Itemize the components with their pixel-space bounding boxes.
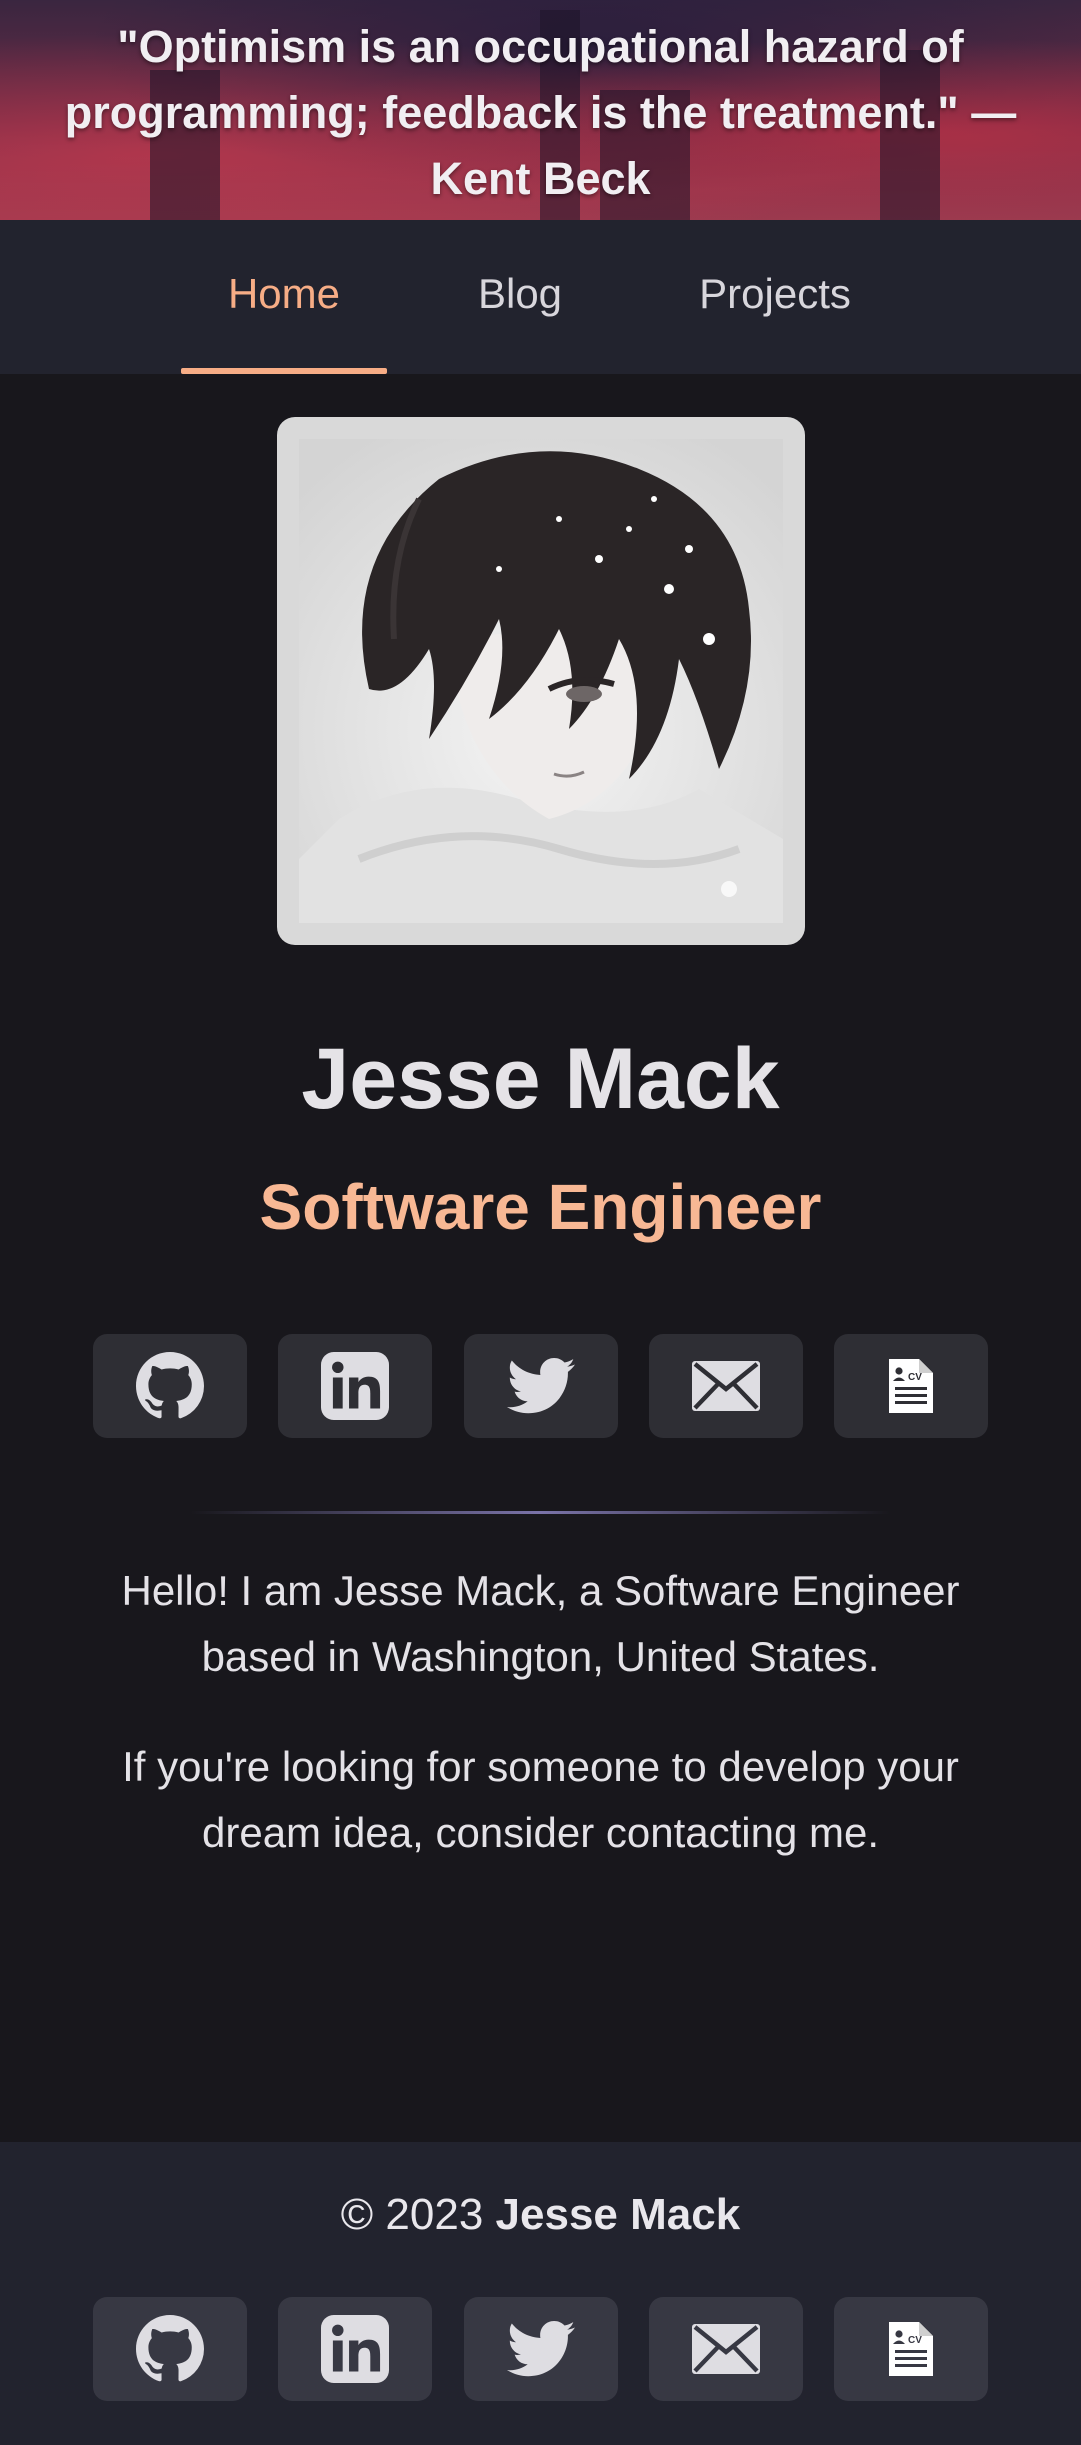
quote-line: programming; feedback is the treatment."… bbox=[64, 87, 1017, 138]
mail-icon bbox=[692, 1361, 760, 1411]
profile-name: Jesse Mack bbox=[301, 1031, 780, 1127]
copyright-name: Jesse Mack bbox=[495, 2190, 741, 2239]
quote-line: "Optimism is an occupational hazard of bbox=[117, 21, 964, 72]
github-link[interactable] bbox=[93, 1334, 247, 1438]
nav-home[interactable]: Home bbox=[181, 220, 387, 374]
github-icon bbox=[136, 2315, 204, 2382]
copyright-year: © 2023 bbox=[340, 2190, 484, 2239]
hero-banner: "Optimism is an occupational hazard of p… bbox=[0, 0, 1081, 220]
resume-cv-icon: CV bbox=[889, 2322, 933, 2376]
linkedin-icon bbox=[321, 1352, 389, 1420]
linkedin-link[interactable] bbox=[278, 1334, 432, 1438]
linkedin-icon bbox=[321, 2315, 389, 2383]
twitter-link[interactable] bbox=[464, 1334, 618, 1438]
about-paragraph-contact: If you're looking for someone to develop… bbox=[122, 1743, 959, 1856]
nav-active-indicator bbox=[181, 368, 387, 374]
about-paragraph-intro: Hello! I am Jesse Mack, a Software Engin… bbox=[121, 1567, 960, 1680]
section-divider bbox=[190, 1511, 890, 1514]
footer-copyright: © 2023 Jesse Mack bbox=[0, 2190, 1081, 2240]
footer-social-links: CV bbox=[0, 2297, 1081, 2401]
resume-link[interactable]: CV bbox=[834, 1334, 988, 1438]
social-links: CV bbox=[0, 1334, 1081, 1438]
email-link[interactable] bbox=[649, 1334, 803, 1438]
footer-twitter-link[interactable] bbox=[464, 2297, 618, 2401]
svg-text:CV: CV bbox=[908, 2335, 922, 2346]
twitter-icon bbox=[507, 2320, 575, 2377]
github-icon bbox=[136, 1352, 204, 1419]
resume-cv-icon: CV bbox=[889, 1359, 933, 1413]
avatar bbox=[277, 417, 805, 945]
hero-quote: "Optimism is an occupational hazard of p… bbox=[0, 14, 1081, 212]
twitter-icon bbox=[507, 1357, 575, 1414]
footer-github-link[interactable] bbox=[93, 2297, 247, 2401]
profile-title: Software Engineer bbox=[259, 1171, 822, 1243]
footer-linkedin-link[interactable] bbox=[278, 2297, 432, 2401]
quote-author: Kent Beck bbox=[430, 153, 651, 204]
avatar-image bbox=[299, 439, 783, 923]
footer-email-link[interactable] bbox=[649, 2297, 803, 2401]
mail-icon bbox=[692, 2324, 760, 2374]
footer: © 2023 Jesse Mack CV bbox=[0, 2142, 1081, 2445]
footer-resume-link[interactable]: CV bbox=[834, 2297, 988, 2401]
svg-text:CV: CV bbox=[908, 1372, 922, 1383]
main-nav: Home Blog Projects bbox=[0, 220, 1081, 374]
nav-blog[interactable]: Blog bbox=[440, 220, 600, 374]
nav-projects[interactable]: Projects bbox=[660, 220, 890, 374]
